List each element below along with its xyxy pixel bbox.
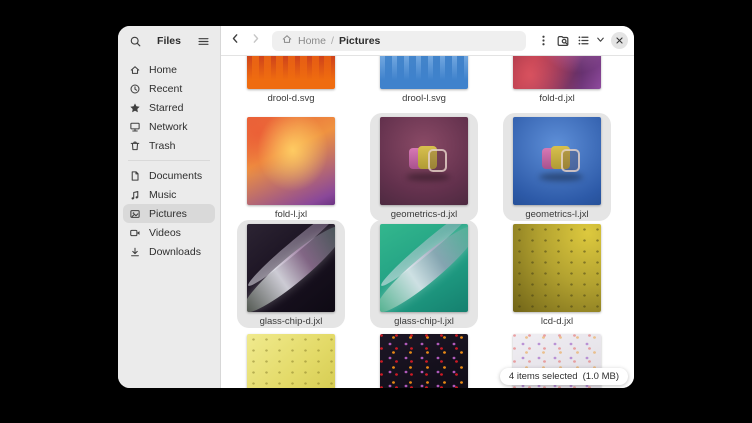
main-menu-button[interactable] [194, 32, 212, 50]
file-thumbnail [247, 56, 335, 89]
breadcrumb-root[interactable]: Home [298, 35, 326, 47]
sidebar-divider [128, 160, 210, 161]
file-thumbnail [247, 224, 335, 312]
chevron-down-icon [595, 32, 606, 50]
trash-icon [129, 139, 142, 152]
file-name: drool-d.svg [268, 92, 315, 105]
files-window: Files Home Recent Starred Network Trash … [118, 26, 634, 388]
header-actions [534, 32, 628, 50]
downloads-icon [129, 245, 142, 258]
file-item-drool-d.svg[interactable]: drool-d.svg [237, 56, 345, 105]
sidebar: Files Home Recent Starred Network Trash … [118, 26, 221, 388]
sidebar-nav: Home Recent Starred Network Trash Docume… [118, 56, 220, 261]
file-item-fold-d.jxl[interactable]: fold-d.jxl [503, 56, 611, 105]
file-name: lcd-d.jxl [541, 315, 573, 328]
breadcrumb-separator: / [331, 35, 334, 47]
file-item-fold-l.jxl[interactable]: fold-l.jxl [237, 113, 345, 221]
desktop-background: Files Home Recent Starred Network Trash … [0, 0, 752, 423]
file-thumbnail [247, 117, 335, 205]
file-name: glass-chip-d.jxl [260, 315, 323, 328]
thumbnail-art-shape [406, 173, 450, 181]
pictures-icon [129, 207, 142, 220]
file-item-geometrics-l.jxl[interactable]: geometrics-l.jxl [503, 113, 611, 221]
list-view-icon [577, 34, 590, 47]
sidebar-item-home[interactable]: Home [123, 60, 215, 79]
headerbar: Home / Pictures [221, 26, 634, 56]
window-close-button[interactable] [611, 32, 628, 49]
breadcrumb[interactable]: Home / Pictures [272, 31, 526, 51]
selection-size: (1.0 MB) [583, 371, 619, 382]
view-options-dropdown[interactable] [594, 32, 606, 49]
file-item-glass-chip-l.jxl[interactable]: glass-chip-l.jxl [370, 220, 478, 328]
thumbnail-art-shape [539, 173, 583, 181]
file-item[interactable] [370, 330, 478, 388]
starred-icon [129, 101, 142, 114]
sidebar-item-label: Trash [149, 140, 175, 152]
sidebar-item-label: Network [149, 121, 188, 133]
file-thumbnail [380, 334, 468, 388]
sidebar-item-label: Pictures [149, 208, 187, 220]
close-icon [615, 32, 624, 50]
file-thumbnail [380, 117, 468, 205]
sidebar-item-label: Starred [149, 102, 183, 114]
file-item[interactable] [237, 330, 345, 388]
sidebar-item-label: Downloads [149, 246, 201, 258]
search-icon [129, 35, 142, 48]
sidebar-item-videos[interactable]: Videos [123, 223, 215, 242]
file-name: fold-d.jxl [539, 92, 574, 105]
file-thumbnail [380, 224, 468, 312]
file-thumbnail [380, 56, 468, 89]
folder-search-button[interactable] [554, 32, 572, 50]
sidebar-item-music[interactable]: Music [123, 185, 215, 204]
file-item-drool-l.svg[interactable]: drool-l.svg [370, 56, 478, 105]
sidebar-item-trash[interactable]: Trash [123, 136, 215, 155]
sidebar-item-label: Home [149, 64, 177, 76]
file-thumbnail [513, 224, 601, 312]
thumbnail-art-shape [561, 149, 580, 172]
sidebar-item-starred[interactable]: Starred [123, 98, 215, 117]
kebab-menu-icon [537, 34, 550, 47]
videos-icon [129, 226, 142, 239]
chevron-left-icon [229, 32, 242, 50]
folder-search-icon [556, 34, 570, 48]
app-title: Files [157, 35, 181, 47]
sidebar-item-recent[interactable]: Recent [123, 79, 215, 98]
recent-icon [129, 82, 142, 95]
network-icon [129, 120, 142, 133]
sidebar-item-downloads[interactable]: Downloads [123, 242, 215, 261]
menu-kebab-button[interactable] [534, 32, 552, 50]
file-name: drool-l.svg [402, 92, 446, 105]
sidebar-item-label: Music [149, 189, 176, 201]
chevron-right-icon [249, 32, 262, 50]
file-thumbnail [247, 334, 335, 388]
main-pane: Home / Pictures [221, 26, 634, 388]
hamburger-menu-icon [197, 35, 210, 48]
documents-icon [129, 169, 142, 182]
search-button[interactable] [126, 32, 144, 50]
sidebar-item-documents[interactable]: Documents [123, 166, 215, 185]
file-item-glass-chip-d.jxl[interactable]: glass-chip-d.jxl [237, 220, 345, 328]
back-button[interactable] [227, 32, 244, 49]
forward-button[interactable] [247, 32, 264, 49]
sidebar-item-label: Recent [149, 83, 182, 95]
selection-count: 4 items selected [509, 371, 578, 382]
file-item-geometrics-d.jxl[interactable]: geometrics-d.jxl [370, 113, 478, 221]
selection-status-pill: 4 items selected (1.0 MB) [500, 368, 628, 385]
file-item-lcd-d.jxl[interactable]: lcd-d.jxl [503, 220, 611, 328]
sidebar-header: Files [118, 26, 220, 56]
sidebar-item-label: Documents [149, 170, 202, 182]
file-name: glass-chip-l.jxl [394, 315, 454, 328]
sidebar-item-pictures[interactable]: Pictures [123, 204, 215, 223]
file-thumbnail [513, 117, 601, 205]
home-icon [129, 63, 142, 76]
sidebar-item-network[interactable]: Network [123, 117, 215, 136]
files-grid: 4 items selected (1.0 MB) drool-d.svg dr… [221, 56, 634, 388]
breadcrumb-current[interactable]: Pictures [339, 35, 380, 47]
file-thumbnail [513, 56, 601, 89]
sidebar-item-label: Videos [149, 227, 181, 239]
music-icon [129, 188, 142, 201]
home-icon [281, 33, 293, 48]
view-toggle-button[interactable] [574, 32, 592, 50]
thumbnail-art-shape [428, 149, 447, 172]
